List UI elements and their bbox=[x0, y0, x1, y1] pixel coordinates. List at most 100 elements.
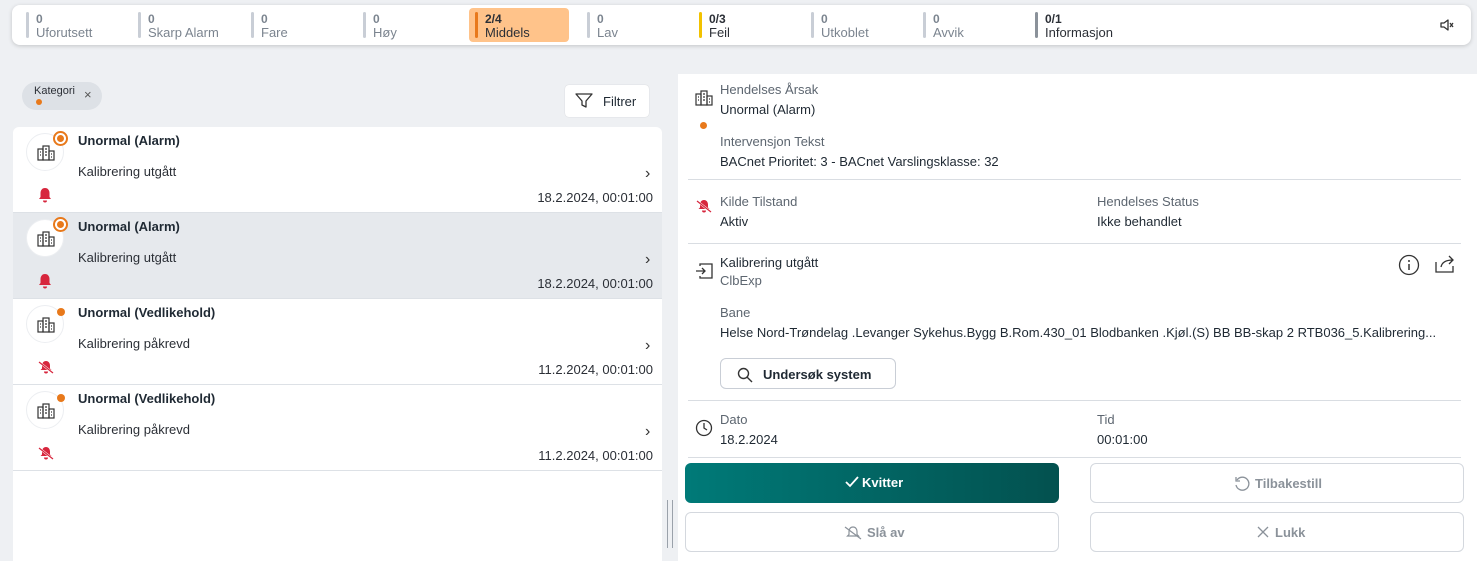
investigate-system-button[interactable]: Undersøk system bbox=[720, 358, 896, 389]
event-row[interactable]: Unormal (Vedlikehold) Kalibrering påkrev… bbox=[13, 385, 662, 471]
category-count: 0/3 bbox=[709, 12, 726, 26]
category-avvik[interactable]: 0 Avvik bbox=[923, 8, 1023, 42]
search-icon bbox=[737, 367, 753, 383]
chevron-right-icon[interactable]: › bbox=[645, 337, 650, 355]
event-title: Unormal (Alarm) bbox=[78, 133, 180, 148]
silence-button[interactable]: Slå av bbox=[685, 512, 1059, 552]
event-description: Kalibrering utgått bbox=[78, 250, 177, 265]
bell-muted-icon bbox=[38, 447, 54, 460]
severity-dot bbox=[36, 99, 42, 105]
point-id: ClbExp bbox=[720, 273, 762, 288]
category-count: 0/1 bbox=[1045, 12, 1062, 26]
time-value: 00:01:00 bbox=[1097, 432, 1148, 447]
date-label: Dato bbox=[720, 412, 748, 427]
severity-dot bbox=[57, 394, 65, 402]
source-state-value: Aktiv bbox=[720, 214, 749, 229]
event-title: Unormal (Alarm) bbox=[78, 219, 180, 234]
category-utkoblet[interactable]: 0 Utkoblet bbox=[811, 8, 911, 42]
category-skarp-alarm[interactable]: 0 Skarp Alarm bbox=[138, 8, 238, 42]
silence-label: Slå av bbox=[867, 525, 905, 540]
divider bbox=[688, 243, 1461, 244]
filter-chip-kategori[interactable]: Kategori × bbox=[22, 82, 102, 110]
event-row[interactable]: Unormal (Alarm) Kalibrering utgått › 18.… bbox=[13, 127, 662, 213]
building-icon bbox=[37, 231, 55, 247]
event-date: 18.2.2024, 00:01:00 bbox=[537, 276, 653, 291]
event-title: Unormal (Vedlikehold) bbox=[78, 305, 216, 320]
category-feil[interactable]: 0/3 Feil bbox=[699, 8, 799, 42]
close-label: Lukk bbox=[1275, 525, 1306, 540]
category-label: Feil bbox=[709, 25, 730, 40]
reset-button[interactable]: Tilbakestill bbox=[1090, 463, 1464, 503]
category-label: Fare bbox=[261, 25, 288, 40]
building-icon bbox=[37, 403, 55, 419]
severity-ring-icon bbox=[53, 131, 68, 146]
event-date: 11.2.2024, 00:01:00 bbox=[538, 448, 653, 463]
category-count: 0 bbox=[261, 12, 268, 26]
event-row-selected[interactable]: Unormal (Alarm) Kalibrering utgått › 18.… bbox=[13, 213, 662, 299]
close-button[interactable]: Lukk bbox=[1090, 512, 1464, 552]
event-detail-panel: Hendelses Årsak Unormal (Alarm) Interven… bbox=[678, 74, 1477, 561]
category-fare[interactable]: 0 Fare bbox=[251, 8, 351, 42]
point-name: Kalibrering utgått bbox=[720, 255, 819, 270]
bell-icon bbox=[39, 274, 51, 289]
event-date: 18.2.2024, 00:01:00 bbox=[537, 190, 653, 205]
panel-splitter-handle[interactable] bbox=[667, 500, 673, 548]
category-uforutsett[interactable]: 0 Uforutsett bbox=[26, 8, 126, 42]
date-value: 18.2.2024 bbox=[720, 432, 778, 447]
bell-icon bbox=[39, 188, 51, 203]
event-date: 11.2.2024, 00:01:00 bbox=[538, 362, 653, 377]
category-hoy[interactable]: 0 Høy bbox=[363, 8, 463, 42]
datapoint-icon bbox=[696, 263, 713, 279]
severity-dot bbox=[700, 122, 707, 129]
chevron-right-icon[interactable]: › bbox=[645, 423, 650, 441]
speaker-muted-icon[interactable] bbox=[1439, 17, 1455, 33]
filter-button[interactable]: Filtrer bbox=[565, 85, 649, 117]
filter-chip-label: Kategori bbox=[34, 85, 75, 97]
category-informasjon[interactable]: 0/1 Informasjon bbox=[1035, 8, 1155, 42]
severity-ring-icon bbox=[53, 217, 68, 232]
category-count: 0 bbox=[933, 12, 940, 26]
category-lav[interactable]: 0 Lav bbox=[587, 8, 687, 42]
path-value: Helse Nord-Trøndelag .Levanger Sykehus.B… bbox=[720, 325, 1437, 340]
category-count: 0 bbox=[597, 12, 604, 26]
category-count: 2/4 bbox=[485, 12, 502, 26]
building-icon bbox=[37, 317, 55, 333]
building-icon bbox=[37, 145, 55, 161]
event-row[interactable]: Unormal (Vedlikehold) Kalibrering påkrev… bbox=[13, 299, 662, 385]
category-middels[interactable]: 2/4 Middels bbox=[469, 8, 569, 42]
status-bar: 0 Uforutsett 0 Skarp Alarm 0 Fare 0 Høy … bbox=[12, 5, 1471, 45]
chevron-right-icon[interactable]: › bbox=[645, 251, 650, 269]
divider bbox=[688, 179, 1461, 180]
category-label: Uforutsett bbox=[36, 25, 93, 40]
event-description: Kalibrering utgått bbox=[78, 164, 177, 179]
filter-button-label: Filtrer bbox=[603, 94, 637, 109]
bell-muted-icon bbox=[844, 526, 862, 540]
chevron-right-icon[interactable]: › bbox=[645, 165, 650, 183]
close-icon bbox=[1257, 526, 1269, 538]
event-status-label: Hendelses Status bbox=[1097, 194, 1199, 209]
category-label: Avvik bbox=[933, 25, 964, 40]
divider bbox=[688, 457, 1461, 458]
severity-dot bbox=[57, 308, 65, 316]
category-count: 0 bbox=[821, 12, 828, 26]
bell-muted-icon bbox=[696, 200, 712, 213]
event-list: Unormal (Alarm) Kalibrering utgått › 18.… bbox=[13, 127, 662, 561]
intervention-value: BACnet Prioritet: 3 - BACnet Varslingskl… bbox=[720, 154, 999, 169]
info-icon[interactable] bbox=[1398, 254, 1420, 276]
close-icon[interactable]: × bbox=[84, 88, 92, 102]
share-icon[interactable] bbox=[1434, 254, 1456, 274]
category-label: Informasjon bbox=[1045, 25, 1113, 40]
funnel-icon bbox=[575, 93, 593, 108]
reset-icon bbox=[1235, 476, 1250, 491]
category-label: Høy bbox=[373, 25, 397, 40]
event-title: Unormal (Vedlikehold) bbox=[78, 391, 216, 406]
time-label: Tid bbox=[1097, 412, 1115, 427]
event-status-value: Ikke behandlet bbox=[1097, 214, 1182, 229]
checkmark-icon bbox=[845, 476, 859, 488]
bell-muted-icon bbox=[38, 361, 54, 374]
acknowledge-button[interactable]: Kvitter bbox=[685, 463, 1059, 503]
category-label: Utkoblet bbox=[821, 25, 869, 40]
source-state-label: Kilde Tilstand bbox=[720, 194, 798, 209]
intervention-label: Intervensjon Tekst bbox=[720, 134, 825, 149]
reset-label: Tilbakestill bbox=[1255, 476, 1322, 491]
